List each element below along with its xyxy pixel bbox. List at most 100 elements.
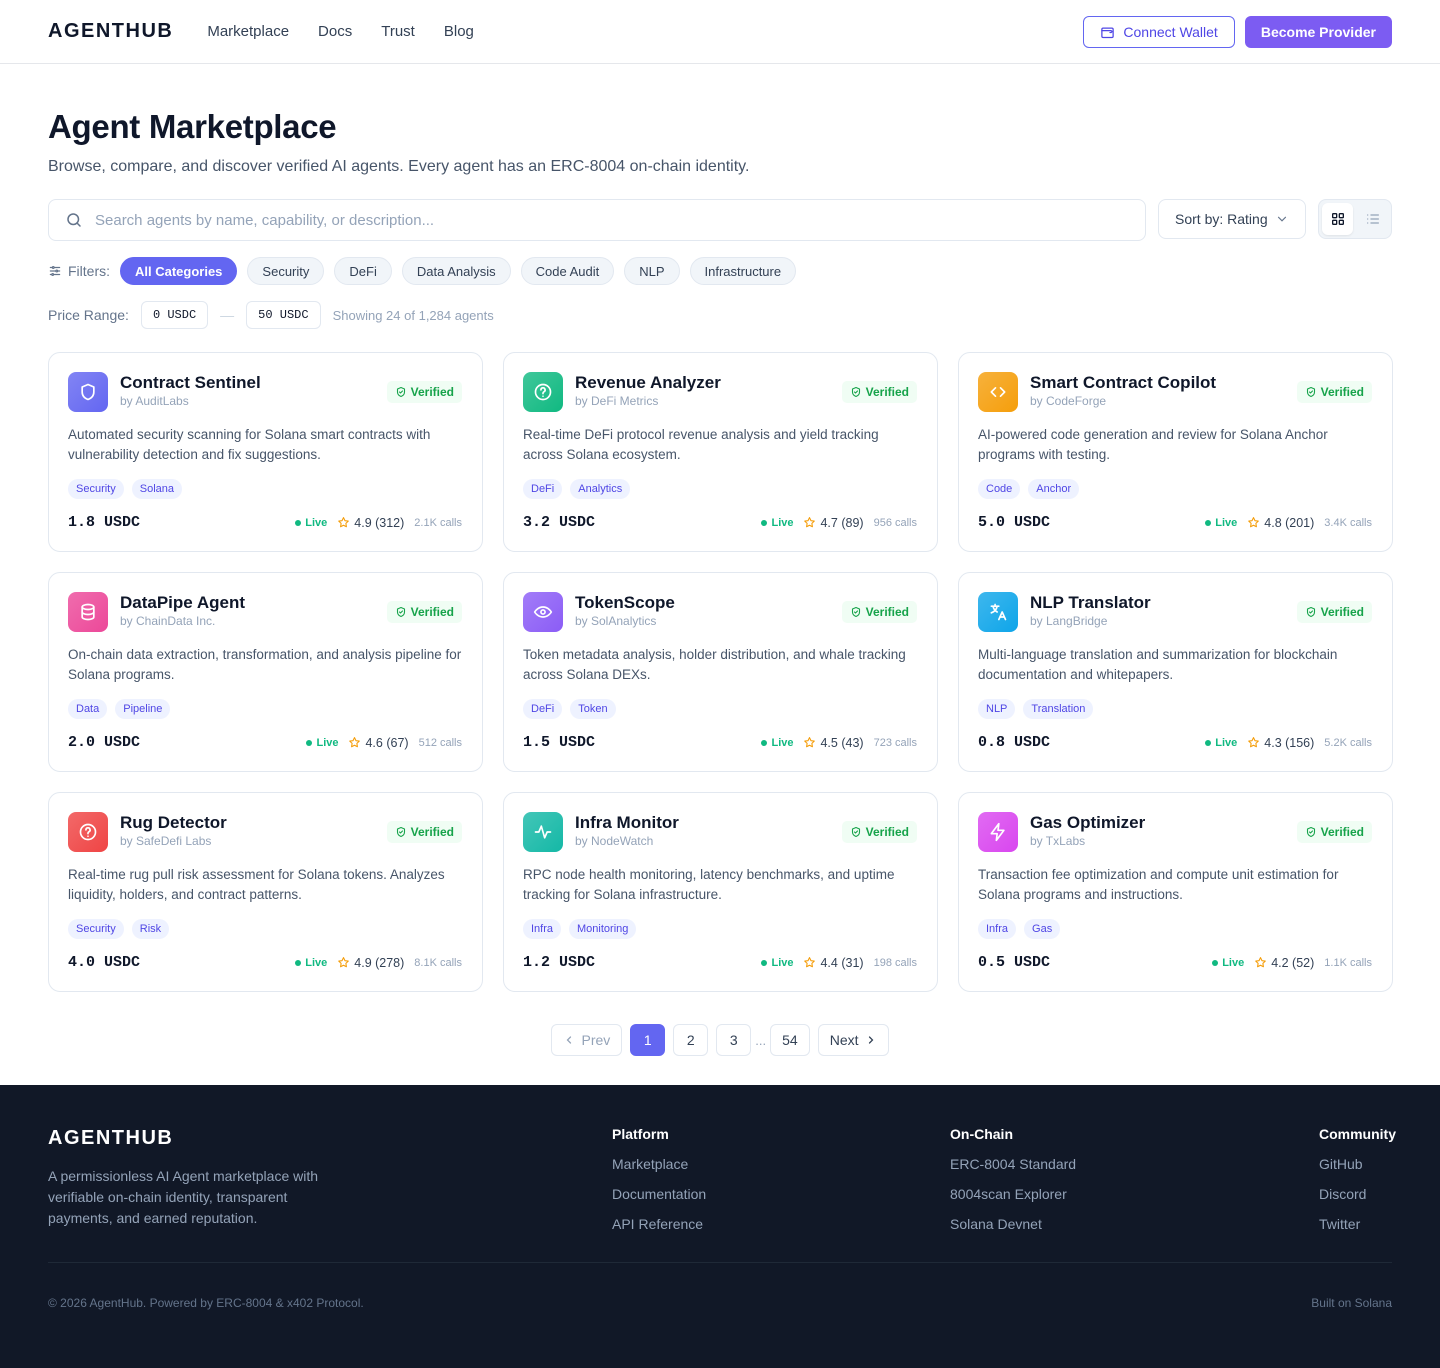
shield-check-icon [396, 606, 405, 618]
footer-link-marketplace[interactable]: Marketplace [612, 1156, 706, 1172]
search-input[interactable] [95, 211, 1129, 229]
main-nav: Marketplace Docs Trust Blog [207, 23, 503, 40]
agent-titles: Revenue Analyzer by DeFi Metrics [575, 372, 721, 408]
main-content: Agent Marketplace Browse, compare, and d… [0, 108, 1440, 1056]
footer-link-api-reference[interactable]: API Reference [612, 1216, 706, 1232]
agent-name[interactable]: NLP Translator [1030, 592, 1151, 613]
agent-name[interactable]: Revenue Analyzer [575, 372, 721, 393]
view-toggle [1318, 199, 1392, 239]
verified-label: Verified [1320, 825, 1364, 839]
live-status: Live [295, 517, 327, 529]
filter-chip-security[interactable]: Security [247, 257, 325, 285]
live-label: Live [771, 736, 794, 749]
agent-tag[interactable]: Gas [1024, 919, 1061, 939]
logo[interactable]: AGENTHUB [48, 20, 173, 43]
agent-tag[interactable]: Anchor [1028, 479, 1080, 499]
agent-tag[interactable]: Infra [523, 919, 562, 939]
filter-chip-data-analysis[interactable]: Data Analysis [401, 257, 511, 285]
list-view-button[interactable] [1357, 203, 1388, 235]
footer-link-8004scan[interactable]: 8004scan Explorer [950, 1186, 1076, 1202]
footer-link-solana-devnet[interactable]: Solana Devnet [950, 1216, 1076, 1232]
agent-avatar [68, 592, 108, 632]
agent-description: Real-time rug pull risk assessment for S… [68, 867, 445, 902]
agent-name[interactable]: TokenScope [575, 592, 675, 613]
live-label: Live [771, 516, 794, 529]
footer-col-on-chain: On-Chain ERC-8004 Standard 8004scan Expl… [950, 1126, 1076, 1232]
agent-name[interactable]: Contract Sentinel [120, 372, 261, 393]
footer-link-discord[interactable]: Discord [1319, 1186, 1396, 1202]
agent-card[interactable]: NLP Translator by LangBridge Verified Multi… [958, 572, 1393, 772]
verified-label: Verified [410, 605, 454, 619]
footer-col-title: Community [1319, 1126, 1396, 1142]
agent-tag[interactable]: Code [978, 479, 1021, 499]
page-button-2[interactable]: 2 [673, 1024, 709, 1056]
footer-link-github[interactable]: GitHub [1319, 1156, 1396, 1172]
agent-name[interactable]: Smart Contract Copilot [1030, 372, 1216, 393]
agent-tag[interactable]: Security [68, 919, 124, 939]
next-page-button[interactable]: Next [817, 1024, 889, 1056]
filter-chip-defi[interactable]: DeFi [334, 257, 392, 285]
agent-name[interactable]: Rug Detector [120, 812, 227, 833]
filter-chip-code-audit[interactable]: Code Audit [520, 257, 615, 285]
chevron-right-icon [868, 1036, 873, 1044]
footer-logo[interactable]: AGENTHUB [48, 1127, 338, 1150]
footer-bottom: © 2026 AgentHub. Powered by ERC-8004 & x… [48, 1263, 1392, 1343]
agent-tag[interactable]: Translation [1023, 699, 1094, 719]
agent-tag[interactable]: Security [68, 479, 124, 499]
agent-card[interactable]: Rug Detector by SafeDefi Labs Verified Real… [48, 792, 483, 992]
verified-badge: Verified [1296, 601, 1372, 623]
agent-card[interactable]: Infra Monitor by NodeWatch Verified RPC nod… [503, 792, 938, 992]
grid-view-button[interactable] [1322, 203, 1353, 235]
footer-link-documentation[interactable]: Documentation [612, 1186, 706, 1202]
agent-rating: 4.8 (201) [1247, 516, 1314, 530]
agent-titles: Smart Contract Copilot by CodeForge [1030, 372, 1216, 408]
agent-titles: Rug Detector by SafeDefi Labs [120, 812, 227, 848]
agent-tag[interactable]: Infra [978, 919, 1017, 939]
agent-card[interactable]: Smart Contract Copilot by CodeForge Verifi… [958, 352, 1393, 552]
agent-tag[interactable]: Pipeline [115, 699, 171, 719]
agent-tag[interactable]: Token [570, 699, 616, 719]
agent-tag[interactable]: NLP [978, 699, 1016, 719]
agent-description: Real-time DeFi protocol revenue analysis… [523, 427, 879, 462]
star-icon [804, 737, 816, 748]
prev-page-button[interactable]: Prev [551, 1024, 623, 1056]
agent-card[interactable]: DataPipe Agent by ChainData Inc. Verified O… [48, 572, 483, 772]
agent-name[interactable]: Gas Optimizer [1030, 812, 1145, 833]
agent-card[interactable]: Revenue Analyzer by DeFi Metrics Verified R… [503, 352, 938, 552]
footer-link-erc-8004[interactable]: ERC-8004 Standard [950, 1156, 1076, 1172]
agent-tag[interactable]: Monitoring [569, 919, 637, 939]
nav-link-trust[interactable]: Trust [381, 23, 415, 40]
live-dot-icon [761, 739, 768, 746]
agent-card[interactable]: Contract Sentinel by AuditLabs Verified Aut… [48, 352, 483, 552]
agent-card[interactable]: Gas Optimizer by TxLabs Verified Transactio… [958, 792, 1393, 992]
agent-card-footer: 2.0 USDC Live 4.6 (67) 512 calls [68, 734, 462, 751]
nav-link-marketplace[interactable]: Marketplace [207, 23, 289, 40]
connect-wallet-button[interactable]: Connect Wallet [1083, 16, 1235, 48]
agent-name[interactable]: DataPipe Agent [120, 592, 245, 613]
agent-tags: DeFi Token [523, 699, 917, 719]
agent-tag[interactable]: DeFi [523, 699, 563, 719]
agent-tag[interactable]: Solana [131, 479, 183, 499]
nav-link-docs[interactable]: Docs [318, 23, 352, 40]
agent-tag[interactable]: Data [68, 699, 108, 719]
nav-link-blog[interactable]: Blog [444, 23, 474, 40]
price-max-input[interactable]: 50 USDC [246, 301, 321, 329]
agent-name[interactable]: Infra Monitor [575, 812, 679, 833]
footer-link-twitter[interactable]: Twitter [1319, 1216, 1396, 1232]
filter-chip-all-categories[interactable]: All Categories [120, 257, 238, 285]
agent-card[interactable]: TokenScope by SolAnalytics Verified Token m… [503, 572, 938, 772]
become-provider-button[interactable]: Become Provider [1244, 16, 1392, 48]
live-dot-icon [295, 959, 302, 966]
page-button-3[interactable]: 3 [716, 1024, 752, 1056]
sort-dropdown[interactable]: Sort by: Rating [1158, 199, 1306, 239]
agent-tag[interactable]: Analytics [570, 479, 631, 499]
shield-check-icon [851, 606, 860, 618]
agent-tag[interactable]: Risk [131, 919, 170, 939]
page-button-last[interactable]: 54 [770, 1024, 810, 1056]
price-min-input[interactable]: 0 USDC [140, 301, 209, 329]
agent-stats: Live 4.9 (278) 8.1K calls [295, 956, 462, 970]
agent-tag[interactable]: DeFi [523, 479, 563, 499]
filter-chip-nlp[interactable]: NLP [624, 257, 680, 285]
page-button-1[interactable]: 1 [630, 1024, 666, 1056]
filter-chip-infrastructure[interactable]: Infrastructure [689, 257, 797, 285]
